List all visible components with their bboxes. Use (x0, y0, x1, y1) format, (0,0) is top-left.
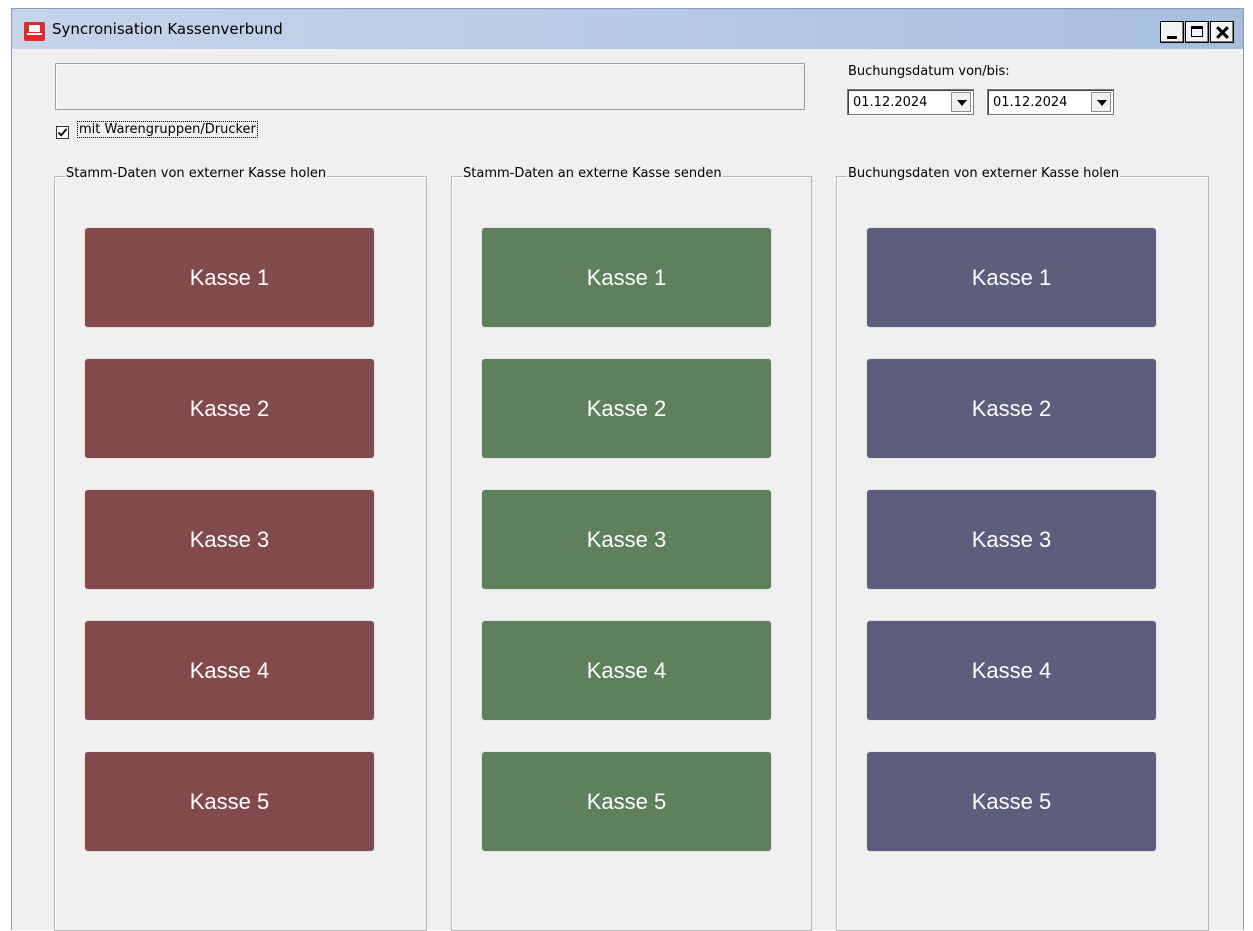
date-to-picker[interactable]: 01.12.2024 (987, 89, 1114, 115)
holen-kasse-3-button[interactable]: Kasse 3 (85, 490, 374, 589)
minimize-icon (1167, 36, 1177, 39)
group-legend: Buchungsdaten von externer Kasse holen (847, 166, 1121, 181)
title-bar[interactable]: Syncronisation Kassenverbund (12, 9, 1243, 49)
buchung-kasse-1-button[interactable]: Kasse 1 (867, 228, 1156, 327)
checkmark-icon (57, 128, 68, 137)
buchung-kasse-5-button[interactable]: Kasse 5 (867, 752, 1156, 851)
date-from-picker[interactable]: 01.12.2024 (847, 89, 974, 115)
senden-kasse-5-button[interactable]: Kasse 5 (482, 752, 771, 851)
holen-kasse-2-button[interactable]: Kasse 2 (85, 359, 374, 458)
group-stammdaten-holen: Stamm-Daten von externer Kasse holen Kas… (54, 166, 427, 931)
group-buchungsdaten-holen: Buchungsdaten von externer Kasse holen K… (836, 166, 1209, 931)
maximize-icon (1191, 26, 1203, 37)
minimize-button[interactable] (1160, 21, 1184, 43)
date-from-value: 01.12.2024 (853, 95, 928, 110)
senden-kasse-2-button[interactable]: Kasse 2 (482, 359, 771, 458)
date-to-value: 01.12.2024 (993, 95, 1068, 110)
senden-kasse-3-button[interactable]: Kasse 3 (482, 490, 771, 589)
warengruppen-checkbox-label[interactable]: mit Warengruppen/Drucker (77, 121, 258, 138)
status-display (55, 63, 805, 110)
chevron-down-icon[interactable] (951, 92, 971, 112)
buchung-kasse-2-button[interactable]: Kasse 2 (867, 359, 1156, 458)
chevron-down-icon[interactable] (1091, 92, 1111, 112)
group-legend: Stamm-Daten von externer Kasse holen (65, 166, 328, 181)
senden-kasse-1-button[interactable]: Kasse 1 (482, 228, 771, 327)
sync-window: Syncronisation Kassenverbund Buchungsdat… (11, 8, 1244, 931)
senden-kasse-4-button[interactable]: Kasse 4 (482, 621, 771, 720)
holen-kasse-4-button[interactable]: Kasse 4 (85, 621, 374, 720)
buchung-kasse-3-button[interactable]: Kasse 3 (867, 490, 1156, 589)
maximize-button[interactable] (1185, 21, 1209, 43)
booking-date-label: Buchungsdatum von/bis: (848, 64, 1010, 79)
cash-register-icon (24, 22, 45, 41)
group-stammdaten-senden: Stamm-Daten an externe Kasse senden Kass… (451, 166, 812, 931)
group-legend: Stamm-Daten an externe Kasse senden (462, 166, 723, 181)
holen-kasse-5-button[interactable]: Kasse 5 (85, 752, 374, 851)
buchung-kasse-4-button[interactable]: Kasse 4 (867, 621, 1156, 720)
close-button[interactable] (1210, 21, 1234, 43)
holen-kasse-1-button[interactable]: Kasse 1 (85, 228, 374, 327)
warengruppen-checkbox[interactable] (56, 126, 69, 139)
window-title: Syncronisation Kassenverbund (52, 20, 283, 38)
